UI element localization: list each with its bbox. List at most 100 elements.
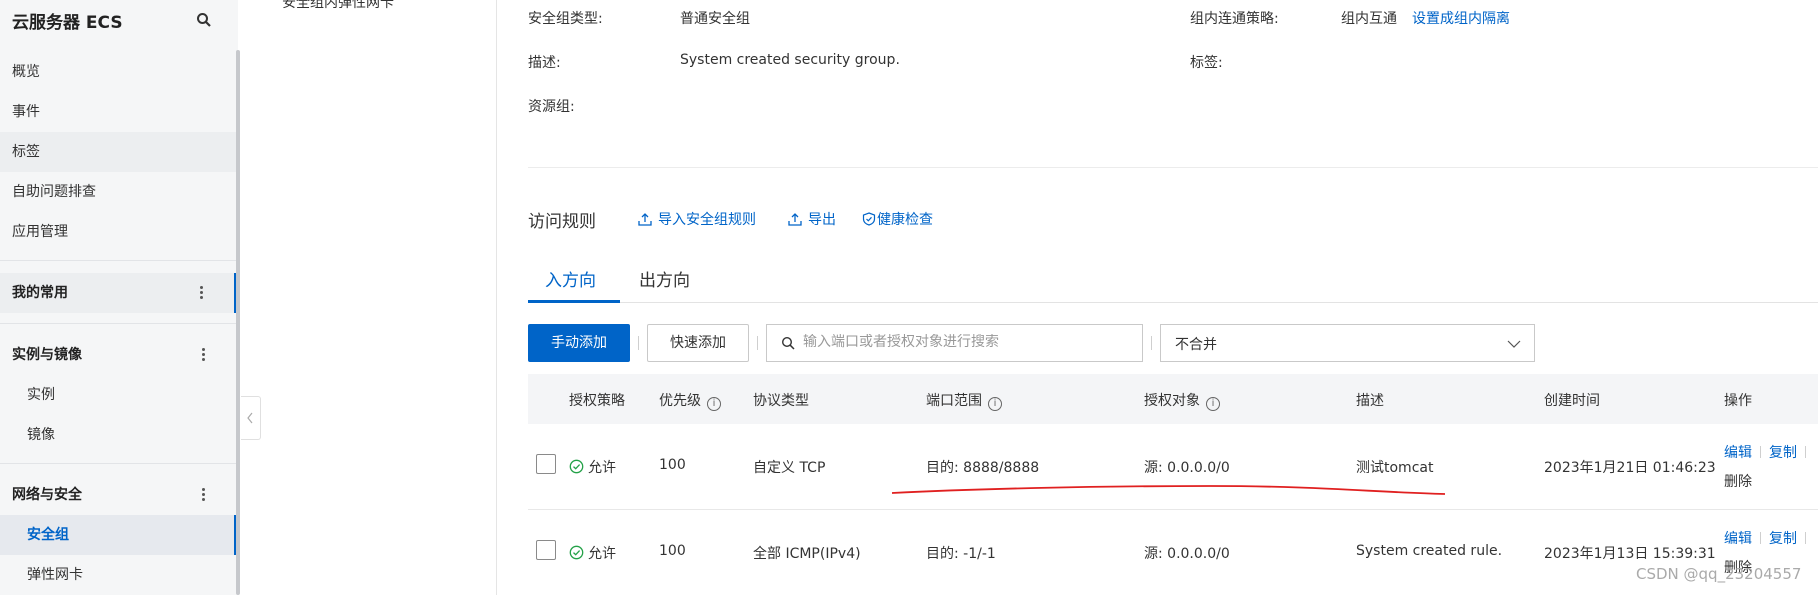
column-header-port-range: 端口范围 i [926, 390, 1002, 411]
app-title: 云服务器 ECS [12, 13, 123, 33]
sidebar-group-label: 实例与镜像 [12, 347, 82, 363]
manual-add-button[interactable]: 手动添加 [528, 324, 630, 362]
tab-active-indicator [528, 300, 620, 303]
policy-cell: 允许 [569, 457, 616, 477]
more-icon[interactable] [200, 488, 206, 502]
sidebar-divider [0, 463, 236, 464]
tag-label: 标签: [1190, 55, 1223, 71]
description-label: 描述: [528, 55, 561, 71]
sidebar-divider [0, 260, 236, 261]
sidebar-group-network-security[interactable]: 网络与安全 [0, 475, 236, 515]
sidebar-divider [0, 323, 236, 324]
check-circle-icon [569, 459, 584, 474]
chevron-down-icon [1507, 340, 1521, 348]
edit-link[interactable]: 编辑 [1724, 445, 1752, 461]
sidebar-item-eni[interactable]: 弹性网卡 [0, 555, 236, 595]
port-range-cell: 目的: -1/-1 [926, 546, 996, 562]
row-checkbox[interactable] [536, 454, 556, 474]
sidebar: 云服务器 ECS 概览 事件 标签 自助问题排查 应用管理 我的常用 实例与镜像… [0, 0, 238, 595]
row-actions: 编辑 复制 [1724, 442, 1814, 462]
resource-group-label: 资源组: [528, 99, 575, 115]
sidebar-item-security-groups[interactable]: 安全组 [0, 515, 236, 555]
sg-type-label: 安全组类型: [528, 11, 603, 27]
authorized-object-cell: 源: 0.0.0.0/0 [1144, 460, 1230, 476]
search-icon[interactable] [196, 12, 212, 28]
column-header-priority: 优先级 i [659, 390, 721, 411]
red-underline-annotation [891, 485, 1446, 495]
row-actions: 编辑 复制 [1724, 528, 1814, 548]
column-header-created: 创建时间 [1544, 393, 1600, 409]
search-icon [781, 336, 795, 350]
shield-check-icon [862, 212, 876, 226]
sidebar-group-label: 网络与安全 [12, 487, 82, 503]
main-content: 安全组类型: 普通安全组 组内连通策略: 组内互通 设置成组内隔离 描述: Sy… [498, 0, 1818, 595]
tabs-baseline [528, 302, 1818, 303]
upload-icon [638, 213, 652, 226]
column-header-policy: 授权策略 [569, 393, 625, 409]
more-icon[interactable] [198, 286, 204, 300]
sidebar-item-images[interactable]: 镜像 [0, 415, 236, 455]
merge-select-value: 不合并 [1175, 337, 1217, 353]
policy-cell: 允许 [569, 543, 616, 563]
protocol-cell: 自定义 TCP [753, 460, 826, 476]
created-time-cell: 2023年1月21日 01:46:23 [1544, 460, 1716, 476]
set-isolation-link[interactable]: 设置成组内隔离 [1412, 8, 1510, 28]
row-checkbox[interactable] [536, 540, 556, 560]
toolbar-separator [1151, 336, 1152, 350]
edit-link[interactable]: 编辑 [1724, 531, 1752, 547]
tab-outbound[interactable]: 出方向 [639, 266, 690, 291]
toolbar-separator [638, 336, 639, 350]
priority-cell: 100 [659, 457, 686, 473]
sidebar-item-instances[interactable]: 实例 [0, 375, 236, 415]
tab-inbound[interactable]: 入方向 [545, 266, 596, 291]
copy-link[interactable]: 复制 [1769, 445, 1797, 461]
health-check-label: 健康检查 [877, 212, 933, 228]
toolbar-separator [757, 336, 758, 350]
merge-select[interactable]: 不合并 [1160, 324, 1535, 362]
section-divider [528, 167, 1818, 168]
check-circle-icon [569, 545, 584, 560]
import-rules-label: 导入安全组规则 [658, 212, 756, 228]
export-label: 导出 [808, 212, 836, 228]
detail-subnav: 安全组内弹性网卡 [242, 0, 497, 595]
rule-search-box[interactable] [766, 324, 1143, 362]
watermark: CSDN @qq_23204557 [1636, 565, 1802, 583]
copy-link[interactable]: 复制 [1769, 531, 1797, 547]
health-check-link[interactable]: 健康检查 [862, 209, 933, 229]
subnav-item-eni[interactable]: 安全组内弹性网卡 [282, 0, 394, 12]
column-header-protocol: 协议类型 [753, 393, 809, 409]
rule-search-input[interactable] [803, 334, 1123, 350]
row-divider [528, 509, 1818, 510]
table-header: 授权策略 优先级 i 协议类型 端口范围 i 授权对象 i 描述 创建时间 操作 [528, 374, 1818, 424]
sidebar-group-label: 我的常用 [12, 285, 68, 301]
protocol-cell: 全部 ICMP(IPv4) [753, 546, 861, 562]
export-link[interactable]: 导出 [788, 209, 836, 229]
info-icon[interactable]: i [707, 397, 721, 411]
quick-add-button[interactable]: 快速添加 [647, 324, 749, 362]
created-time-cell: 2023年1月13日 15:39:31 [1544, 546, 1716, 562]
delete-link[interactable]: 删除 [1724, 471, 1752, 491]
sidebar-item-troubleshoot[interactable]: 自助问题排查 [0, 172, 236, 212]
port-range-cell: 目的: 8888/8888 [926, 460, 1040, 476]
more-icon[interactable] [200, 348, 206, 362]
policy-value: 组内互通 [1341, 11, 1397, 27]
export-icon [788, 213, 802, 226]
description-cell: System created rule. [1356, 543, 1503, 559]
sidebar-scrollbar[interactable] [236, 50, 240, 595]
info-icon[interactable]: i [988, 397, 1002, 411]
info-icon[interactable]: i [1206, 397, 1220, 411]
sidebar-item-tags[interactable]: 标签 [0, 132, 236, 172]
sidebar-item-app-management[interactable]: 应用管理 [0, 212, 236, 252]
column-header-authorized-object: 授权对象 i [1144, 390, 1220, 411]
access-rules-title: 访问规则 [528, 212, 596, 232]
sidebar-group-instances-images[interactable]: 实例与镜像 [0, 335, 236, 375]
sg-type-value: 普通安全组 [680, 11, 750, 27]
description-value: System created security group. [680, 52, 900, 68]
priority-cell: 100 [659, 543, 686, 559]
sidebar-item-events[interactable]: 事件 [0, 92, 236, 132]
column-header-description: 描述 [1356, 393, 1384, 409]
sidebar-group-favorites[interactable]: 我的常用 [0, 273, 236, 313]
policy-label: 组内连通策略: [1190, 11, 1279, 27]
import-rules-link[interactable]: 导入安全组规则 [638, 209, 756, 229]
sidebar-item-overview[interactable]: 概览 [0, 52, 236, 92]
